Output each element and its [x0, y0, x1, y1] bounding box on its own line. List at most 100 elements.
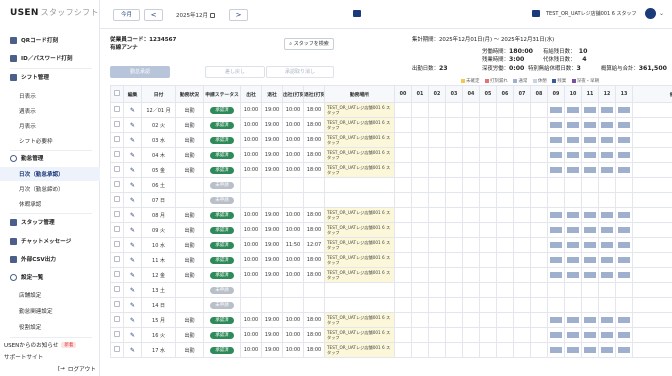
- sidebar-item-week-view[interactable]: 週表示: [0, 104, 100, 118]
- edit-icon[interactable]: ✎: [130, 152, 135, 159]
- undo-approval-button[interactable]: 承認取り消し: [266, 66, 334, 78]
- sidebar-item-month-view[interactable]: 月表示: [0, 119, 100, 133]
- sidebar-item-day-view[interactable]: 日表示: [0, 89, 100, 103]
- row-checkbox[interactable]: [114, 256, 120, 262]
- table-row[interactable]: ✎ 14 日 未申請: [110, 297, 672, 313]
- row-checkbox[interactable]: [114, 106, 120, 112]
- logout-button[interactable]: [→ ログアウト: [0, 362, 100, 376]
- table-row[interactable]: ✎ 05 金 出勤 承認済 10:00 19:00 10:00 18:00 TEST_OR_UA…: [110, 162, 672, 178]
- table-row[interactable]: ✎ 07 日 未申請: [110, 192, 672, 208]
- chat-icon[interactable]: [353, 10, 361, 17]
- sidebar-item-chat[interactable]: チャットメッセージ: [0, 234, 100, 248]
- column-header: 00: [394, 85, 412, 103]
- sidebar-item-leave-approval[interactable]: 休暇承認: [0, 197, 100, 211]
- row-checkbox[interactable]: [114, 166, 120, 172]
- table-row[interactable]: ✎ 13 土 未申請: [110, 282, 672, 298]
- row-checkbox[interactable]: [114, 226, 120, 232]
- column-header[interactable]: 申請ステータス: [203, 85, 241, 103]
- reject-button[interactable]: 差し戻し: [205, 66, 265, 78]
- sidebar-item-settings[interactable]: 設定一覧: [0, 270, 100, 284]
- table-row[interactable]: ✎ 09 火 出勤 承認済 10:00 19:00 10:00 18:00 TEST_OR_UA…: [110, 222, 672, 238]
- row-date: 04 木: [152, 152, 165, 159]
- edit-icon[interactable]: ✎: [130, 317, 135, 324]
- edit-icon[interactable]: ✎: [130, 242, 135, 249]
- sidebar-item-daily-approval[interactable]: 日次（勤怠承認）: [0, 167, 100, 181]
- status-badge: 承認済: [210, 241, 234, 249]
- row-checkbox[interactable]: [114, 316, 120, 322]
- month-picker[interactable]: 2025年12月: [176, 11, 215, 19]
- edit-icon[interactable]: ✎: [130, 137, 135, 144]
- row-checkbox[interactable]: [114, 286, 120, 292]
- sidebar-item-qr-punch[interactable]: QRコード打刻: [0, 33, 100, 47]
- column-header: 日付: [141, 85, 176, 103]
- edit-icon[interactable]: ✎: [130, 257, 135, 264]
- table-row[interactable]: ✎ 06 土 未申請: [110, 177, 672, 193]
- calendar-icon: [210, 13, 215, 18]
- edit-icon[interactable]: ✎: [130, 107, 135, 114]
- sidebar-item-id-punch[interactable]: ID／パスワード打刻: [0, 51, 100, 65]
- table-row[interactable]: ✎ 08 月 出勤 承認済 10:00 19:00 10:00 18:00 TEST_OR_UA…: [110, 207, 672, 223]
- column-header: 04: [462, 85, 480, 103]
- edit-icon[interactable]: ✎: [130, 227, 135, 234]
- table-row[interactable]: ✎ 11 木 出勤 承認済 10:00 19:00 10:00 18:00 TEST_OR_UA…: [110, 252, 672, 268]
- sidebar-item-staff[interactable]: スタッフ管理: [0, 215, 100, 229]
- sidebar-item-role-settings[interactable]: 役割設定: [0, 320, 100, 334]
- sidebar-item-attendance-settings[interactable]: 勤怠関連設定: [0, 304, 100, 318]
- table-row[interactable]: ✎ 04 木 出勤 承認済 10:00 19:00 10:00 18:00 TEST_OR_UA…: [110, 147, 672, 163]
- sidebar-item-monthly-close[interactable]: 月次（勤怠締め）: [0, 182, 100, 196]
- row-checkbox[interactable]: [114, 196, 120, 202]
- row-punch-out: 18:00: [306, 347, 322, 353]
- avatar[interactable]: [645, 8, 656, 19]
- staff-search-button[interactable]: ⌕ スタッフを検索: [284, 38, 334, 50]
- table-row[interactable]: ✎ 12 金 出勤 承認済 10:00 19:00 10:00 18:00 TEST_OR_UA…: [110, 267, 672, 283]
- row-checkbox[interactable]: [114, 271, 120, 277]
- table-row[interactable]: ✎ 16 火 出勤 承認済 10:00 19:00 10:00 18:00 TEST_OR_UA…: [110, 327, 672, 343]
- select-all-checkbox[interactable]: [110, 85, 124, 103]
- row-checkbox[interactable]: [114, 136, 120, 142]
- row-checkbox[interactable]: [114, 151, 120, 157]
- edit-icon[interactable]: ✎: [130, 212, 135, 219]
- sidebar-item-shift-management[interactable]: シフト管理: [0, 70, 100, 84]
- next-month-button[interactable]: >: [229, 9, 248, 21]
- row-in: 10:00: [243, 137, 259, 143]
- table-row[interactable]: ✎ 12／01 月 出勤 承認済 10:00 19:00 10:00 18:00 TEST_OR…: [110, 102, 672, 118]
- edit-icon[interactable]: ✎: [130, 197, 135, 204]
- sidebar-item-required-shifts[interactable]: シフト必要枠: [0, 134, 100, 148]
- row-punch-in: 10:00: [285, 122, 301, 128]
- checkbox[interactable]: [114, 90, 120, 96]
- row-checkbox[interactable]: [114, 301, 120, 307]
- row-punch-out: 18:00: [306, 317, 322, 323]
- row-checkbox[interactable]: [114, 241, 120, 247]
- sidebar-item-store-settings[interactable]: 店舗設定: [0, 288, 100, 302]
- edit-icon[interactable]: ✎: [130, 272, 135, 279]
- edit-icon[interactable]: ✎: [130, 182, 135, 189]
- prev-month-button[interactable]: <: [144, 9, 163, 21]
- chat-icon[interactable]: [532, 10, 540, 17]
- row-checkbox[interactable]: [114, 121, 120, 127]
- row-checkbox[interactable]: [114, 211, 120, 217]
- row-date: 06 土: [152, 182, 165, 189]
- edit-icon[interactable]: ✎: [130, 347, 135, 354]
- row-checkbox[interactable]: [114, 181, 120, 187]
- table-row[interactable]: ✎ 15 月 出勤 承認済 10:00 19:00 10:00 18:00 TEST_OR_UA…: [110, 312, 672, 328]
- table-row[interactable]: ✎ 03 水 出勤 承認済 10:00 19:00 10:00 18:00 TEST_OR_UA…: [110, 132, 672, 148]
- this-month-button[interactable]: 今月: [113, 9, 140, 21]
- edit-icon[interactable]: ✎: [130, 122, 135, 129]
- row-out: 19:00: [264, 257, 280, 263]
- table-row[interactable]: ✎ 10 水 出勤 承認済 10:00 19:00 11:50 12:07 TEST_OR_UA…: [110, 237, 672, 253]
- approve-button[interactable]: 勤怠承認: [110, 66, 170, 78]
- edit-icon[interactable]: ✎: [130, 287, 135, 294]
- table-row[interactable]: ✎ 02 火 出勤 承認済 10:00 19:00 10:00 18:00 TEST_OR_UA…: [110, 117, 672, 133]
- edit-icon[interactable]: ✎: [130, 332, 135, 339]
- sidebar-item-attendance[interactable]: 勤怠管理: [0, 151, 100, 165]
- work-hours: 労働時間：180:00: [482, 48, 533, 55]
- edit-icon[interactable]: ✎: [130, 302, 135, 309]
- edit-icon[interactable]: ✎: [130, 167, 135, 174]
- row-checkbox[interactable]: [114, 346, 120, 352]
- row-checkbox[interactable]: [114, 331, 120, 337]
- sidebar-item-csv-export[interactable]: 外部CSV出力: [0, 252, 100, 266]
- app-logo[interactable]: USEN スタッフシフト: [10, 7, 99, 18]
- chevron-down-icon[interactable]: ⌄: [659, 10, 664, 17]
- table-row[interactable]: ✎ 17 水 出勤 承認済 10:00 19:00 10:00 18:00 TEST_OR_UA…: [110, 342, 672, 358]
- work-time-bar: [601, 257, 613, 263]
